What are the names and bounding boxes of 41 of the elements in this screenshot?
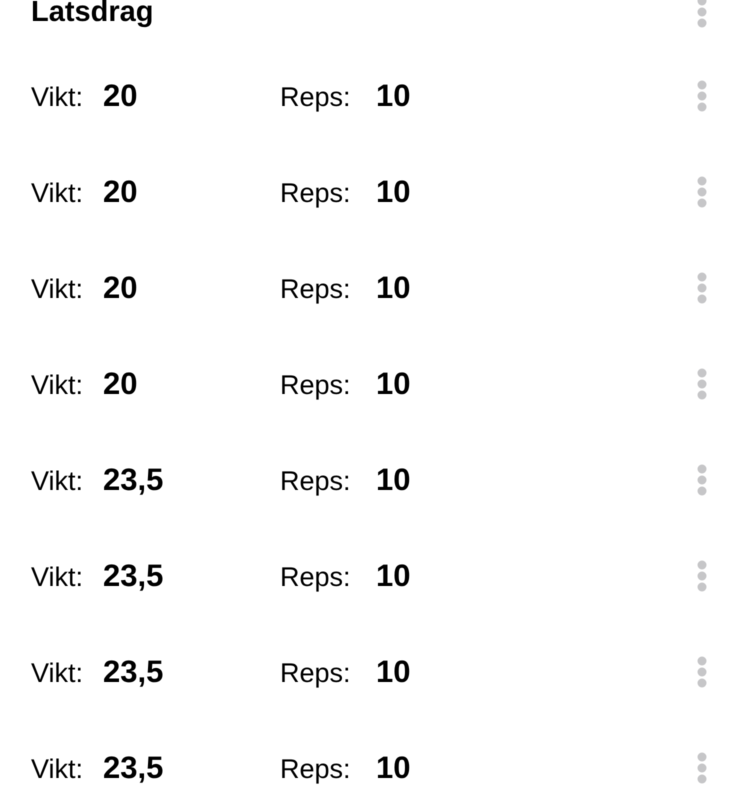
reps-label: Reps: bbox=[280, 658, 352, 689]
reps-label: Reps: bbox=[280, 178, 352, 209]
more-options-icon[interactable] bbox=[697, 560, 707, 592]
more-options-icon[interactable] bbox=[697, 656, 707, 688]
weight-label: Vikt: bbox=[31, 466, 84, 497]
more-options-icon[interactable] bbox=[697, 0, 707, 28]
weight-value: 23,5 bbox=[103, 462, 164, 498]
more-options-icon[interactable] bbox=[697, 80, 707, 112]
reps-label: Reps: bbox=[280, 754, 352, 785]
reps-value: 10 bbox=[376, 366, 410, 402]
reps-label: Reps: bbox=[280, 466, 352, 497]
weight-label: Vikt: bbox=[31, 658, 84, 689]
weight-label: Vikt: bbox=[31, 178, 84, 209]
weight-value: 23,5 bbox=[103, 750, 164, 786]
weight-value: 23,5 bbox=[103, 654, 164, 690]
weight-label: Vikt: bbox=[31, 82, 84, 113]
weight-label: Vikt: bbox=[31, 562, 84, 593]
weight-value: 20 bbox=[103, 270, 138, 306]
weight-label: Vikt: bbox=[31, 754, 84, 785]
weight-label: Vikt: bbox=[31, 274, 84, 305]
more-options-icon[interactable] bbox=[697, 464, 707, 496]
weight-value: 23,5 bbox=[103, 558, 164, 594]
reps-value: 10 bbox=[376, 654, 410, 690]
more-options-icon[interactable] bbox=[697, 176, 707, 208]
reps-value: 10 bbox=[376, 750, 410, 786]
weight-label: Vikt: bbox=[31, 370, 84, 401]
reps-label: Reps: bbox=[280, 370, 352, 401]
reps-value: 10 bbox=[376, 78, 410, 114]
reps-value: 10 bbox=[376, 462, 410, 498]
weight-value: 20 bbox=[103, 366, 138, 402]
more-options-icon[interactable] bbox=[697, 272, 707, 304]
more-options-icon[interactable] bbox=[697, 368, 707, 400]
reps-label: Reps: bbox=[280, 82, 352, 113]
reps-value: 10 bbox=[376, 174, 410, 210]
reps-label: Reps: bbox=[280, 562, 352, 593]
reps-label: Reps: bbox=[280, 274, 352, 305]
more-options-icon[interactable] bbox=[697, 752, 707, 784]
reps-value: 10 bbox=[376, 558, 410, 594]
reps-value: 10 bbox=[376, 270, 410, 306]
weight-value: 20 bbox=[103, 174, 138, 210]
weight-value: 20 bbox=[103, 78, 138, 114]
